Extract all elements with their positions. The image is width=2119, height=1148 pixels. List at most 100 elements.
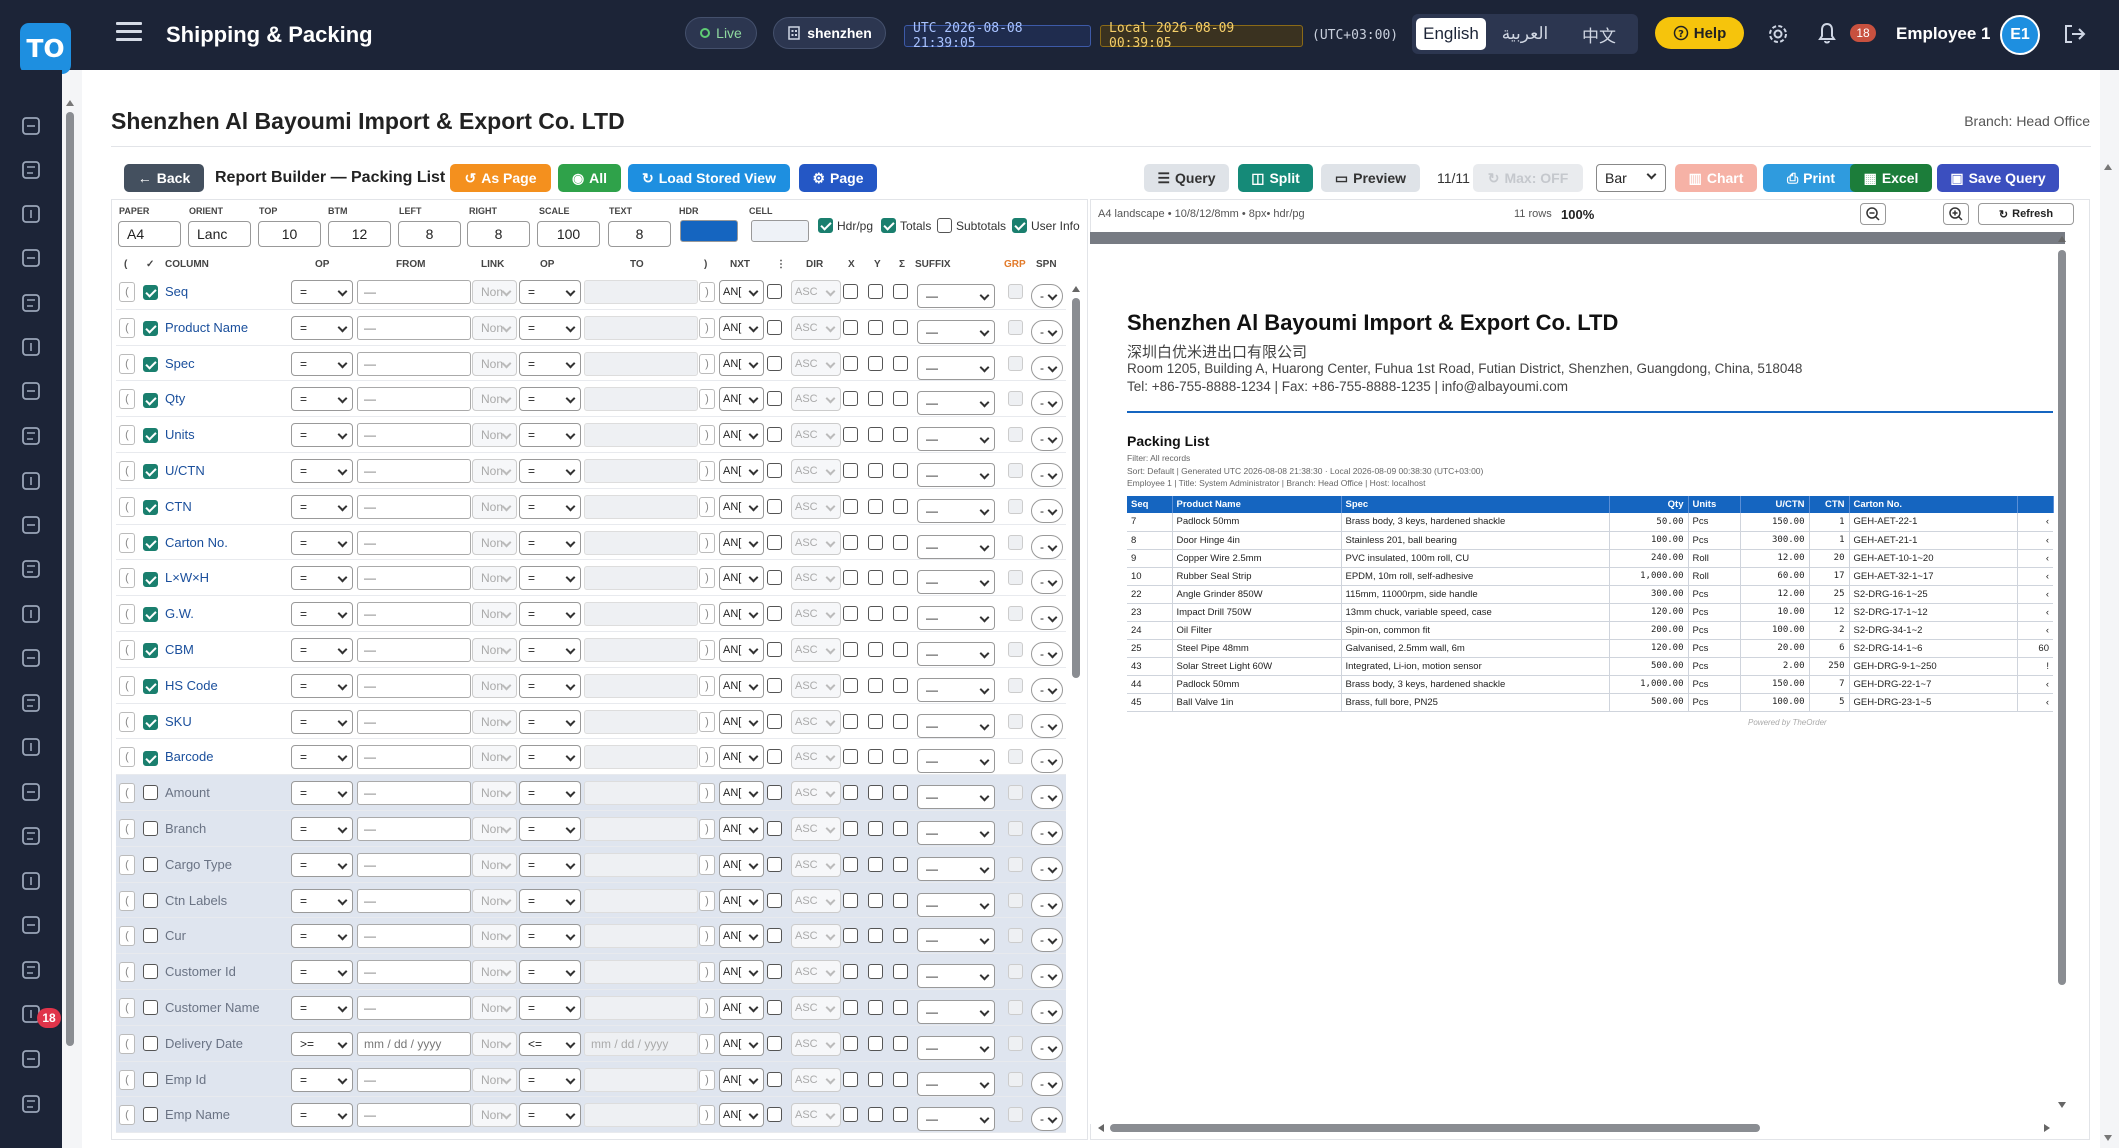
group-checkbox[interactable] bbox=[1008, 355, 1023, 371]
sort-dir-select[interactable]: ASC bbox=[791, 423, 841, 448]
op2-select[interactable]: = bbox=[519, 1067, 581, 1092]
logout-icon[interactable] bbox=[2062, 22, 2088, 46]
to-input[interactable] bbox=[584, 924, 698, 949]
next-logic-select[interactable]: AN[ bbox=[719, 637, 764, 662]
op-select[interactable]: = bbox=[291, 995, 353, 1020]
span-select[interactable]: - bbox=[1031, 964, 1063, 989]
right-scrollbar[interactable] bbox=[2100, 160, 2116, 1145]
zoom-in-button[interactable] bbox=[1943, 203, 1969, 225]
gear-icon[interactable] bbox=[1766, 22, 1790, 46]
op2-select[interactable]: = bbox=[519, 816, 581, 841]
close-paren-button[interactable]: ) bbox=[699, 1069, 715, 1090]
user-name[interactable]: Employee 1 bbox=[1896, 24, 1991, 44]
row-select-checkbox[interactable] bbox=[767, 606, 782, 622]
close-paren-button[interactable]: ) bbox=[699, 389, 715, 410]
sum-checkbox[interactable] bbox=[893, 713, 908, 729]
column-visible-checkbox[interactable] bbox=[143, 321, 158, 337]
link-select[interactable]: Non bbox=[472, 602, 517, 627]
y-axis-checkbox[interactable] bbox=[868, 928, 883, 944]
column-visible-checkbox[interactable] bbox=[143, 571, 158, 587]
span-select[interactable]: - bbox=[1031, 1107, 1063, 1132]
refresh-button[interactable]: ↻ Refresh bbox=[1978, 203, 2074, 225]
op-select[interactable]: = bbox=[291, 315, 353, 340]
y-axis-checkbox[interactable] bbox=[868, 284, 883, 299]
right-margin-input[interactable]: 8 bbox=[467, 221, 530, 247]
from-input[interactable]: — bbox=[357, 637, 471, 662]
open-paren-button[interactable]: ( bbox=[119, 639, 135, 660]
y-axis-checkbox[interactable] bbox=[868, 1035, 883, 1051]
next-logic-select[interactable]: AN[ bbox=[719, 709, 764, 734]
suffix-select[interactable]: — bbox=[917, 892, 995, 917]
column-visible-checkbox[interactable] bbox=[143, 820, 158, 836]
to-input[interactable] bbox=[584, 494, 698, 519]
excel-button[interactable]: ▦ Excel bbox=[1850, 164, 1932, 192]
book-icon[interactable] bbox=[18, 779, 44, 805]
y-axis-checkbox[interactable] bbox=[868, 462, 883, 478]
scale-input[interactable]: 100 bbox=[537, 221, 600, 247]
group-checkbox[interactable] bbox=[1008, 677, 1023, 693]
to-input[interactable] bbox=[584, 852, 698, 877]
op-select[interactable]: = bbox=[291, 709, 353, 734]
sum-checkbox[interactable] bbox=[893, 319, 908, 335]
open-paren-button[interactable]: ( bbox=[119, 282, 135, 302]
group-checkbox[interactable] bbox=[1008, 785, 1023, 801]
x-axis-checkbox[interactable] bbox=[843, 1107, 858, 1123]
x-axis-checkbox[interactable] bbox=[843, 355, 858, 371]
group-checkbox[interactable] bbox=[1008, 749, 1023, 765]
link-select[interactable]: Non bbox=[472, 1031, 517, 1056]
op2-select[interactable]: = bbox=[519, 960, 581, 985]
from-input[interactable]: — bbox=[357, 924, 471, 949]
lang-chinese[interactable]: 中文 bbox=[1564, 18, 1634, 50]
to-input[interactable] bbox=[584, 602, 698, 627]
close-paren-button[interactable]: ) bbox=[699, 783, 715, 804]
link-select[interactable]: Non bbox=[472, 351, 517, 376]
sort-dir-select[interactable]: ASC bbox=[791, 852, 841, 877]
open-paren-button[interactable]: ( bbox=[119, 353, 135, 374]
link-select[interactable]: Non bbox=[472, 745, 517, 770]
help-button[interactable]: ? Help bbox=[1655, 17, 1744, 49]
sum-checkbox[interactable] bbox=[893, 606, 908, 622]
group-checkbox[interactable] bbox=[1008, 498, 1023, 514]
chart-icon[interactable] bbox=[18, 868, 44, 894]
sort-dir-select[interactable]: ASC bbox=[791, 673, 841, 698]
group-checkbox[interactable] bbox=[1008, 928, 1023, 944]
link-select[interactable]: Non bbox=[472, 315, 517, 340]
row-select-checkbox[interactable] bbox=[767, 462, 782, 478]
close-paren-button[interactable]: ) bbox=[699, 282, 715, 302]
close-paren-button[interactable]: ) bbox=[699, 962, 715, 983]
y-axis-checkbox[interactable] bbox=[868, 606, 883, 622]
close-paren-button[interactable]: ) bbox=[699, 890, 715, 911]
header-color-picker[interactable] bbox=[680, 220, 738, 242]
sum-checkbox[interactable] bbox=[893, 964, 908, 980]
op2-select[interactable]: = bbox=[519, 924, 581, 949]
link-select[interactable]: Non bbox=[472, 709, 517, 734]
open-paren-button[interactable]: ( bbox=[119, 854, 135, 875]
column-visible-checkbox[interactable] bbox=[143, 1071, 158, 1087]
suffix-select[interactable]: — bbox=[917, 964, 995, 989]
op-select[interactable]: = bbox=[291, 566, 353, 591]
to-input[interactable] bbox=[584, 1067, 698, 1092]
invoice-icon[interactable] bbox=[18, 601, 44, 627]
link-select[interactable]: Non bbox=[472, 1067, 517, 1092]
x-axis-checkbox[interactable] bbox=[843, 641, 858, 657]
group-checkbox[interactable] bbox=[1008, 391, 1023, 407]
op-select[interactable]: = bbox=[291, 1067, 353, 1092]
column-visible-checkbox[interactable] bbox=[143, 535, 158, 551]
x-axis-checkbox[interactable] bbox=[843, 1071, 858, 1087]
group-checkbox[interactable] bbox=[1008, 856, 1023, 872]
row-select-checkbox[interactable] bbox=[767, 570, 782, 586]
op2-select[interactable]: = bbox=[519, 602, 581, 627]
suffix-select[interactable]: — bbox=[917, 606, 995, 631]
sum-checkbox[interactable] bbox=[893, 391, 908, 407]
span-select[interactable]: - bbox=[1031, 319, 1063, 344]
to-input[interactable] bbox=[584, 960, 698, 985]
x-axis-checkbox[interactable] bbox=[843, 570, 858, 586]
row-select-checkbox[interactable] bbox=[767, 534, 782, 550]
op-select[interactable]: = bbox=[291, 602, 353, 627]
group-checkbox[interactable] bbox=[1008, 1071, 1023, 1087]
to-input[interactable] bbox=[584, 781, 698, 806]
dashboard-icon[interactable] bbox=[18, 113, 44, 139]
cell-color-picker[interactable] bbox=[751, 220, 809, 242]
from-input[interactable]: — bbox=[357, 315, 471, 340]
span-select[interactable]: - bbox=[1031, 1035, 1063, 1060]
